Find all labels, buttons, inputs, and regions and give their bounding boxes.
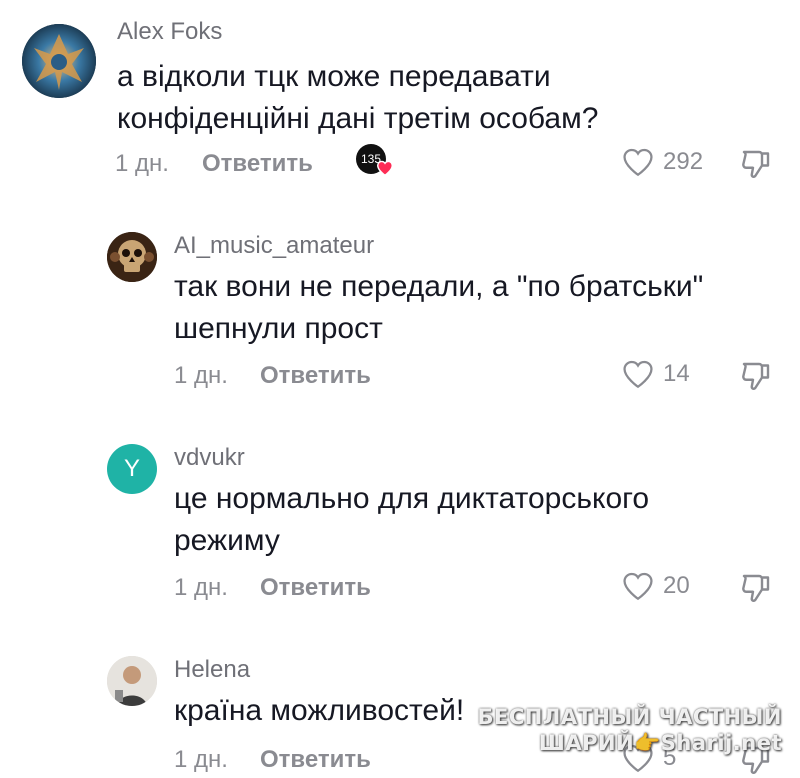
- username[interactable]: AI_music_amateur: [174, 232, 374, 260]
- comment-text-line: шепнули прост: [174, 312, 383, 345]
- reply-button[interactable]: Ответить: [260, 574, 371, 602]
- comment-text-line: а відколи тцк може передавати: [117, 60, 551, 93]
- like-button[interactable]: 20: [621, 570, 690, 602]
- avatar[interactable]: [107, 232, 157, 282]
- comment-text: а відколи тцк може передавати конфіденці…: [117, 56, 737, 140]
- timestamp: 1 дн.: [174, 574, 228, 601]
- like-button[interactable]: 292: [621, 146, 703, 178]
- username[interactable]: vdvukr: [174, 444, 245, 472]
- skull-avatar-icon: [107, 232, 157, 282]
- reply-button[interactable]: Ответить: [260, 362, 371, 390]
- avatar-letter: Y: [123, 455, 140, 482]
- creator-liked-badge: 135: [356, 144, 396, 180]
- watermark-line: БЕСПЛАТНЫЙ ЧАСТНЫЙ: [477, 705, 782, 729]
- like-button[interactable]: 14: [621, 358, 690, 390]
- comment-text-line: це нормально для диктаторського: [174, 482, 650, 515]
- person-photo-avatar-icon: [107, 656, 157, 706]
- avatar[interactable]: [22, 24, 96, 98]
- comment-item: Y vdvukr це нормально для диктаторського…: [0, 422, 800, 622]
- heart-icon: [623, 572, 653, 601]
- thumbs-down-icon[interactable]: [738, 570, 774, 606]
- comment-text: це нормально для диктаторського режиму: [174, 478, 794, 562]
- reply-button[interactable]: Ответить: [202, 150, 313, 178]
- comment-item: Alex Foks а відколи тцк може передавати …: [0, 0, 800, 200]
- timestamp: 1 дн.: [174, 362, 228, 389]
- dragon-avatar-icon: [22, 24, 96, 98]
- watermark: БЕСПЛАТНЫЙ ЧАСТНЫЙ ШАРИЙ👉Sharij.net: [478, 704, 782, 756]
- avatar[interactable]: [107, 656, 157, 706]
- comment-text-line: режиму: [174, 524, 280, 557]
- comment-text-line: конфіденційні дані третім особам?: [117, 102, 599, 135]
- username[interactable]: Alex Foks: [117, 18, 222, 46]
- timestamp: 1 дн.: [174, 746, 228, 773]
- timestamp: 1 дн.: [115, 150, 169, 177]
- thumbs-down-icon[interactable]: [738, 358, 774, 394]
- heart-badge-icon: [376, 160, 394, 176]
- thumbs-down-icon[interactable]: [738, 146, 774, 182]
- comment-text-line: так вони не передали, а "по братськи": [174, 270, 704, 303]
- reply-button[interactable]: Ответить: [260, 746, 371, 774]
- heart-icon: [623, 148, 653, 177]
- heart-icon: [623, 360, 653, 389]
- like-count: 20: [663, 572, 690, 599]
- like-count: 14: [663, 360, 690, 387]
- avatar[interactable]: Y: [107, 444, 157, 494]
- username[interactable]: Helena: [174, 656, 250, 684]
- comment-text: так вони не передали, а "по братськи" ше…: [174, 266, 794, 350]
- like-count: 292: [663, 148, 704, 175]
- comment-item: AI_music_amateur так вони не передали, а…: [0, 210, 800, 410]
- watermark-line: ШАРИЙ👉Sharij.net: [538, 731, 782, 755]
